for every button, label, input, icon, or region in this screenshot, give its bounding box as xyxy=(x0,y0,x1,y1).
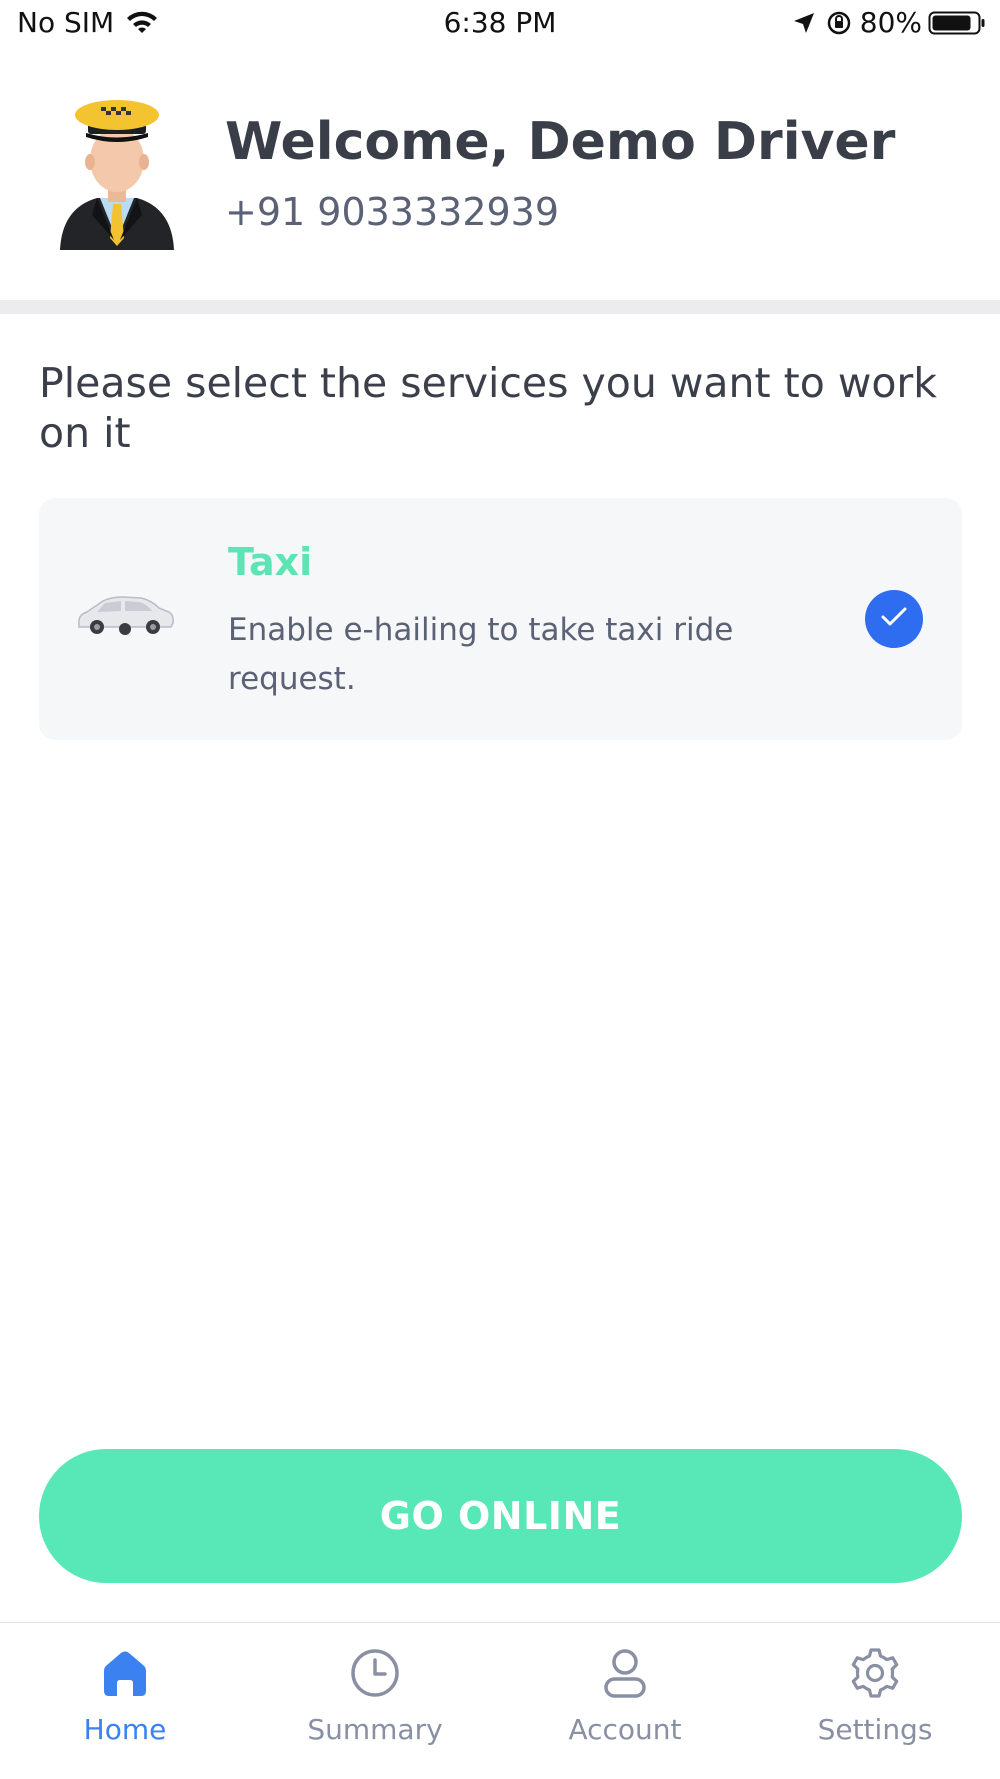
nav-label-account: Account xyxy=(568,1713,682,1746)
nav-label-settings: Settings xyxy=(817,1713,933,1746)
service-prompt: Please select the services you want to w… xyxy=(39,359,938,457)
go-online-button[interactable]: GO ONLINE xyxy=(39,1449,962,1583)
service-description: Enable e-hailing to take taxi ride reque… xyxy=(228,612,734,697)
nav-label-home: Home xyxy=(83,1713,167,1746)
status-bar: No SIM 6:38 PM 80% xyxy=(0,0,1000,50)
nav-item-account[interactable]: Account xyxy=(500,1623,750,1779)
battery-icon xyxy=(928,9,986,37)
service-selected-checkbox[interactable] xyxy=(865,590,923,648)
nav-label-summary: Summary xyxy=(307,1713,443,1746)
service-title: Taxi xyxy=(228,540,313,584)
orientation-lock-icon xyxy=(826,10,852,36)
battery-percent: 80% xyxy=(859,6,922,39)
section-divider xyxy=(0,300,1000,314)
welcome-title: Welcome, Demo Driver xyxy=(225,112,896,172)
home-icon xyxy=(97,1645,153,1701)
gear-icon xyxy=(847,1645,903,1701)
car-icon xyxy=(75,593,175,637)
bottom-nav: Home Summary Account Settings xyxy=(0,1622,1000,1779)
nav-item-settings[interactable]: Settings xyxy=(750,1623,1000,1779)
user-icon xyxy=(597,1645,653,1701)
profile-header: Welcome, Demo Driver +91 9033332939 xyxy=(0,82,1000,262)
taxi-driver-avatar xyxy=(52,90,182,260)
status-right: 80% xyxy=(792,6,986,39)
location-arrow-icon xyxy=(792,11,816,35)
clock-icon xyxy=(347,1645,403,1701)
phone-number: +91 9033332939 xyxy=(225,190,560,234)
checkmark-icon xyxy=(880,606,908,632)
service-card-taxi[interactable]: Taxi Enable e-hailing to take taxi ride … xyxy=(39,498,962,740)
nav-item-home[interactable]: Home xyxy=(0,1623,250,1779)
nav-item-summary[interactable]: Summary xyxy=(250,1623,500,1779)
